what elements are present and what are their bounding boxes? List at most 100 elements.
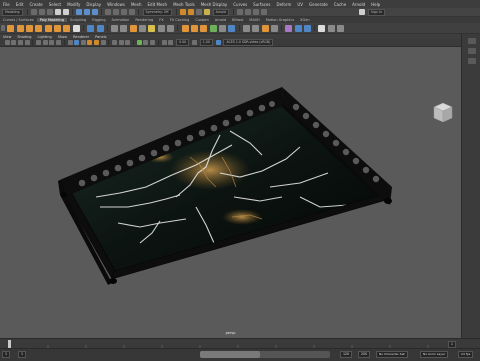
- menu-deform[interactable]: Deform: [273, 2, 294, 7]
- sweep-mesh-icon[interactable]: [96, 24, 104, 32]
- select-component-icon[interactable]: [91, 9, 98, 15]
- character-set-select[interactable]: No Character Set: [376, 351, 408, 358]
- combine-icon[interactable]: [110, 24, 118, 32]
- center-pivot-icon[interactable]: [327, 24, 335, 32]
- cube-icon[interactable]: [16, 24, 24, 32]
- range-end-field[interactable]: 120: [340, 351, 353, 358]
- range-slider-handle[interactable]: [200, 351, 260, 358]
- antialiasing-icon[interactable]: [143, 40, 149, 45]
- view-cube[interactable]: [433, 102, 453, 125]
- isolate-select-icon[interactable]: [161, 40, 167, 45]
- target-weld-icon[interactable]: [252, 24, 260, 32]
- open-scene-icon[interactable]: [38, 9, 45, 15]
- panel-menu-show[interactable]: Show: [55, 35, 70, 39]
- wireframe-on-shaded-icon[interactable]: [80, 40, 86, 45]
- view-cube-icon[interactable]: [433, 102, 453, 124]
- symmetry-field[interactable]: Symmetry: Off: [142, 8, 172, 16]
- shelf-tab-sculpting[interactable]: Sculpting: [67, 18, 89, 22]
- current-frame-field[interactable]: 1: [448, 341, 457, 348]
- range-slider-bar[interactable]: [200, 351, 330, 358]
- select-camera-icon[interactable]: [4, 40, 10, 45]
- render-icon[interactable]: [179, 9, 186, 15]
- anim-start-field[interactable]: 1: [2, 351, 11, 358]
- panel-menu-shading[interactable]: Shading: [14, 35, 34, 39]
- shelf-tab-bifrost[interactable]: Bifrost: [229, 18, 246, 22]
- range-start-field[interactable]: 1: [18, 351, 27, 358]
- smooth-shade-icon[interactable]: [74, 40, 80, 45]
- bridge-icon[interactable]: [190, 24, 198, 32]
- edge-loop-icon[interactable]: [261, 24, 269, 32]
- retopologize-icon[interactable]: [167, 24, 175, 32]
- menu-uv[interactable]: UV: [294, 2, 306, 7]
- textured-icon[interactable]: [87, 40, 93, 45]
- mirror-icon[interactable]: [129, 24, 137, 32]
- menu-generate[interactable]: Generate: [306, 2, 331, 7]
- menu-help[interactable]: Help: [368, 2, 383, 7]
- hypershade-icon[interactable]: [203, 9, 210, 15]
- snap-point-icon[interactable]: [120, 9, 127, 15]
- shelf-tab-fx[interactable]: FX: [156, 18, 166, 22]
- menu-mesh-display[interactable]: Mesh Display: [198, 2, 231, 7]
- xray-icon[interactable]: [112, 40, 118, 45]
- ipr-render-icon[interactable]: [187, 9, 194, 15]
- sphere-icon[interactable]: [7, 24, 15, 32]
- outliner-pane-icon[interactable]: [467, 58, 476, 64]
- redo-icon[interactable]: [62, 9, 69, 15]
- append-polygon-icon[interactable]: [219, 24, 227, 32]
- menu-windows[interactable]: Windows: [104, 2, 128, 7]
- backface-culling-icon[interactable]: [125, 40, 131, 45]
- camera-attributes-icon[interactable]: [11, 40, 17, 45]
- torus-icon[interactable]: [44, 24, 52, 32]
- mode-select[interactable]: Modeling: [2, 8, 23, 16]
- super-shape-icon[interactable]: [87, 24, 95, 32]
- cylinder-icon[interactable]: [25, 24, 33, 32]
- shelf-tab-xgen[interactable]: XGen: [297, 18, 312, 22]
- anim-layer-select[interactable]: No Anim Layer: [420, 351, 449, 358]
- menu-arnold[interactable]: Arnold: [349, 2, 368, 7]
- modeling-toolkit-icon[interactable]: [236, 9, 243, 15]
- menu-edit[interactable]: Edit: [13, 2, 27, 7]
- menu-display[interactable]: Display: [83, 2, 104, 7]
- multi-cut-icon[interactable]: [242, 24, 250, 32]
- shelf-tab-poly-modeling[interactable]: Poly Modeling: [36, 18, 67, 22]
- wireframe-icon[interactable]: [67, 40, 73, 45]
- smooth-icon[interactable]: [139, 24, 147, 32]
- shelf-tab-motion-graphics[interactable]: Motion Graphics: [263, 18, 297, 22]
- bookmark-icon[interactable]: [17, 40, 23, 45]
- depth-of-field-icon[interactable]: [150, 40, 156, 45]
- shelf-tab-rendering[interactable]: Rendering: [132, 18, 156, 22]
- menu-cache[interactable]: Cache: [331, 2, 349, 7]
- anim-end-field[interactable]: 200: [358, 351, 371, 358]
- exposure-field[interactable]: 0.00: [176, 39, 190, 46]
- channel-box-icon[interactable]: [260, 9, 267, 15]
- uv-editor-icon[interactable]: [285, 24, 293, 32]
- menu-select[interactable]: Select: [46, 2, 64, 7]
- resolution-gate-icon[interactable]: [49, 40, 55, 45]
- panel-menu-renderer[interactable]: Renderer: [70, 35, 92, 39]
- undo-icon[interactable]: [54, 9, 61, 15]
- grid-toggle-icon[interactable]: [36, 40, 42, 45]
- render-settings-icon[interactable]: [195, 9, 202, 15]
- fill-hole-icon[interactable]: [228, 24, 236, 32]
- attribute-editor-icon[interactable]: [244, 9, 251, 15]
- snap-grid-icon[interactable]: [104, 9, 111, 15]
- select-hierarchy-icon[interactable]: [75, 9, 82, 15]
- gate-mask-icon[interactable]: [55, 40, 61, 45]
- view-transform-select[interactable]: ACES 1.0 SDR-video (sRGB): [223, 39, 274, 46]
- ambient-occlusion-icon[interactable]: [136, 40, 142, 45]
- exposure-icon[interactable]: [168, 40, 174, 45]
- new-scene-icon[interactable]: [30, 9, 37, 15]
- separate-icon[interactable]: [120, 24, 128, 32]
- shelf-tab-animation[interactable]: Animation: [109, 18, 133, 22]
- panel-menu-view[interactable]: View: [0, 35, 14, 39]
- snap-surface-icon[interactable]: [128, 9, 135, 15]
- plane-icon[interactable]: [54, 24, 62, 32]
- platonic-icon[interactable]: [72, 24, 80, 32]
- renderer-select[interactable]: Arnold: [212, 8, 229, 16]
- shelf-menu-icon[interactable]: [1, 25, 5, 31]
- disc-icon[interactable]: [63, 24, 71, 32]
- four-pane-icon[interactable]: [467, 48, 476, 54]
- offset-loop-icon[interactable]: [270, 24, 278, 32]
- shadows-icon[interactable]: [100, 40, 106, 45]
- remesh-icon[interactable]: [157, 24, 165, 32]
